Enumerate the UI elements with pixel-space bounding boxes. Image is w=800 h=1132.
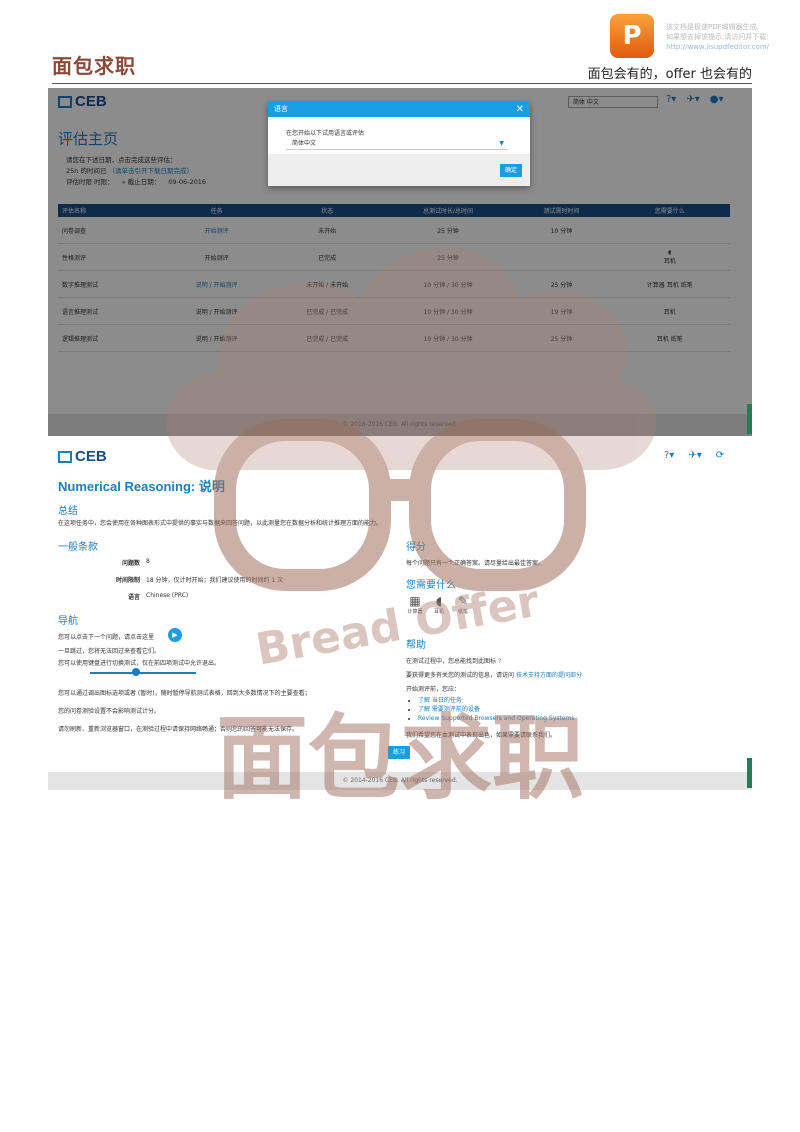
kv-value: Chinese (PRC)	[146, 592, 189, 599]
help-icon[interactable]: ?	[498, 658, 501, 665]
brand-logo: 面包求职	[52, 54, 136, 78]
help-line: 开始测评前，您应：	[406, 686, 461, 693]
close-icon[interactable]: ✕	[516, 102, 524, 117]
calculator-icon: ▦	[409, 594, 421, 608]
dialog-title: 语言	[274, 105, 288, 113]
slogan: 面包会有的，offer 也会有的	[587, 67, 752, 82]
assessment-home-screenshot: CEB 简体 中文 ?▾ ✈▾ ●▾ 评估主页 请您在下述日期，点击完成这些评估…	[48, 88, 752, 436]
need-heading: 您需要什么	[406, 580, 456, 591]
practice-button[interactable]: 练习	[388, 746, 410, 759]
kv-label: 时间限制	[115, 577, 140, 584]
ceb-logo-text: CEB	[75, 448, 107, 465]
nav-heading: 导航	[58, 616, 78, 627]
nav-line: 一旦跳过，您将无法回过来查看它们。	[58, 648, 161, 655]
pdf-editor-icon: P	[610, 14, 654, 58]
tool-label: 计算器	[407, 609, 423, 615]
ok-button[interactable]: 确定	[500, 164, 522, 177]
help-text: 在测试过程中，您总能找到此图标	[406, 658, 497, 665]
dialog-footer: 确定	[268, 154, 530, 186]
scoring-heading: 得分	[406, 542, 426, 553]
help-heading: 帮助	[406, 640, 426, 651]
summary-text: 在这项任务中，您会使用在各种图表形式中提供的事实与数据来回答问题，以此测量您在数…	[58, 520, 383, 527]
tool-pen-paper: ✎ 纸笔	[452, 594, 474, 615]
selected-language: 简体中文	[292, 140, 317, 147]
help-link[interactable]: Review Supported Browsers and Operating …	[418, 715, 574, 722]
list-item: Review Supported Browsers and Operating …	[418, 714, 574, 723]
dialog-language-select[interactable]: 简体中文 ▼	[286, 138, 508, 150]
language-dialog: 语言 ✕ 在您开始以下试用语言或评估 简体中文 ▼ 确定	[268, 102, 530, 186]
ceb-logo: CEB	[58, 448, 107, 465]
slider-handle[interactable]	[132, 668, 140, 676]
tool-label: 纸笔	[457, 609, 468, 615]
pen-paper-icon: ✎	[457, 594, 469, 608]
tool-label: 耳机	[433, 609, 444, 615]
scoring-text: 每个问题只有一个正确答案。请尽量给出最佳答案。	[406, 560, 545, 567]
nav-line: 请勿刷新、重新浏览器窗口，在测验过程中请保持网络畅通；否则您的回答可能无法保存。	[58, 726, 299, 733]
chevron-down-icon: ▼	[499, 140, 504, 147]
tech-support-link[interactable]: 技术支持方面的提问部分	[516, 672, 582, 679]
kv-label: 问题数	[121, 560, 140, 567]
nav-line: 您可以通过调出图标选项或者 (暂时)，随时暂停导航测试表格，回到大多数情况下的主…	[58, 690, 311, 697]
help-link[interactable]: 了解 需要测评前的设备	[418, 706, 480, 713]
page-title: Numerical Reasoning: 说明	[58, 479, 225, 494]
exit-icon[interactable]: ⟳	[716, 450, 724, 461]
tool-calculator: ▦ 计算器	[404, 594, 426, 615]
side-feedback-tab[interactable]	[747, 404, 752, 434]
kv-label: 语言	[127, 594, 140, 601]
dialog-label: 在您开始以下试用语言或评估	[286, 130, 365, 137]
list-item: 了解 需要测评前的设备	[418, 705, 574, 714]
top-icons: ?▾ ✈▾ ⟳	[664, 450, 724, 461]
pdf-editor-note: 该文档是极速PDF编辑器生成, 如果想去掉该提示,请访问并下载: http://…	[666, 23, 770, 51]
accessibility-icon[interactable]: ✈▾	[688, 450, 701, 461]
help-line: 我们希望您在本测试中表现出色，如果需要请联系我们。	[406, 732, 557, 739]
nav-line: 您可以点击下一个问题，请点击这里	[58, 634, 155, 641]
general-heading: 一般条款	[58, 542, 98, 553]
summary-heading: 总结	[58, 506, 78, 517]
help-line: 在测试过程中，您总能找到此图标 ?	[406, 656, 501, 665]
dialog-header: 语言 ✕	[268, 102, 530, 117]
nav-line: 您的问卷测验设置不会影响测试计分。	[58, 708, 161, 715]
side-feedback-tab[interactable]	[747, 758, 752, 788]
help-icon[interactable]: ?▾	[664, 450, 674, 461]
list-item: 了解 当日的任务	[418, 696, 574, 705]
nav-line: 您可以使用键盘进行切换测试，仅在前四项测试中允许退出。	[58, 660, 221, 667]
tool-headphones: ◖ 耳机	[428, 594, 450, 615]
ceb-logo-icon	[58, 450, 72, 463]
header-divider	[52, 83, 752, 84]
headphones-icon: ◖	[435, 594, 443, 608]
progress-slider[interactable]	[90, 672, 196, 674]
kv-value: 18 分钟，仅计时开始；我们建议使用的时间约 1 次	[146, 577, 284, 584]
help-link[interactable]: 了解 当日的任务	[418, 697, 462, 704]
pdf-editor-link[interactable]: http://www.jisupdfeditor.com/	[666, 43, 769, 51]
kv-value: 8	[146, 558, 150, 565]
play-icon[interactable]: ▶	[168, 628, 182, 642]
help-line: 要获得更多有关您的测试的信息，请访问 技术支持方面的提问部分	[406, 670, 582, 679]
instructions-screenshot: CEB ?▾ ✈▾ ⟳ Numerical Reasoning: 说明 总结 在…	[48, 442, 752, 790]
help-bullets: 了解 当日的任务 了解 需要测评前的设备 Review Supported Br…	[406, 696, 574, 723]
footer: © 2014-2016 CEB. All rights reserved.	[48, 772, 752, 790]
help-text: 要获得更多有关您的测试的信息，请访问	[406, 672, 515, 679]
